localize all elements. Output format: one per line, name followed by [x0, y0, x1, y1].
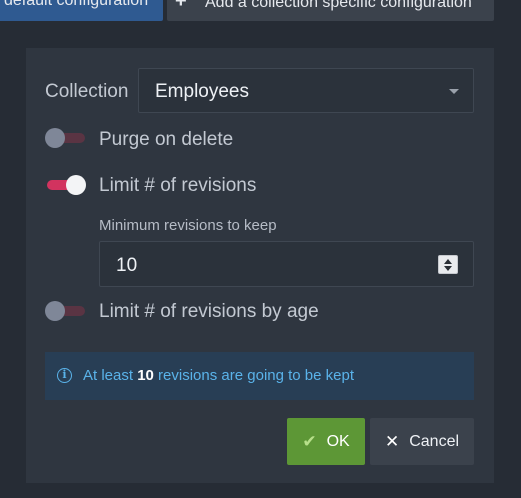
purge-on-delete-label: Purge on delete	[99, 129, 234, 150]
add-collection-config-button[interactable]: + Add a collection specific configuration	[167, 0, 494, 21]
tab-default-label: default configuration	[4, 0, 149, 9]
check-icon: ✔	[302, 431, 317, 451]
toggle-knob	[45, 301, 65, 321]
info-icon: i	[57, 368, 72, 383]
collection-label: Collection	[45, 81, 129, 102]
spinner-up-icon[interactable]	[444, 259, 452, 264]
chevron-down-icon	[449, 89, 459, 94]
info-suffix: revisions are going to be kept	[153, 367, 355, 384]
revisions-info-banner: i At least 10 revisions are going to be …	[45, 352, 474, 400]
limit-by-age-toggle[interactable]	[45, 301, 85, 321]
ok-button[interactable]: ✔ OK	[287, 418, 365, 465]
spinner-down-icon[interactable]	[444, 266, 452, 271]
add-collection-config-label: Add a collection specific configuration	[205, 0, 472, 11]
purge-on-delete-toggle[interactable]	[45, 128, 85, 148]
plus-icon: +	[175, 0, 187, 12]
min-revisions-input[interactable]: 10	[99, 241, 474, 287]
info-prefix: At least	[83, 367, 138, 384]
min-revisions-value: 10	[116, 255, 138, 276]
cancel-button[interactable]: ✕ Cancel	[370, 418, 474, 465]
revisions-config-panel: Collection Employees Purge on delete Lim…	[26, 48, 494, 483]
close-icon: ✕	[384, 431, 400, 451]
limit-revisions-toggle[interactable]	[45, 175, 86, 195]
info-text: At least 10 revisions are going to be ke…	[83, 367, 354, 384]
collection-select[interactable]: Employees	[138, 68, 474, 113]
cancel-button-label: Cancel	[409, 432, 460, 450]
toggle-knob	[45, 128, 65, 148]
limit-by-age-label: Limit # of revisions by age	[99, 301, 319, 322]
toggle-knob	[66, 175, 86, 195]
info-count: 10	[137, 367, 154, 384]
tab-default-configuration[interactable]: default configuration	[0, 0, 163, 21]
number-spinner[interactable]	[438, 255, 458, 274]
ok-button-label: OK	[326, 432, 350, 450]
collection-select-value: Employees	[155, 81, 249, 102]
min-revisions-label: Minimum revisions to keep	[99, 217, 277, 234]
config-tabs: default configuration + Add a collection …	[0, 0, 521, 21]
limit-revisions-label: Limit # of revisions	[99, 175, 257, 196]
